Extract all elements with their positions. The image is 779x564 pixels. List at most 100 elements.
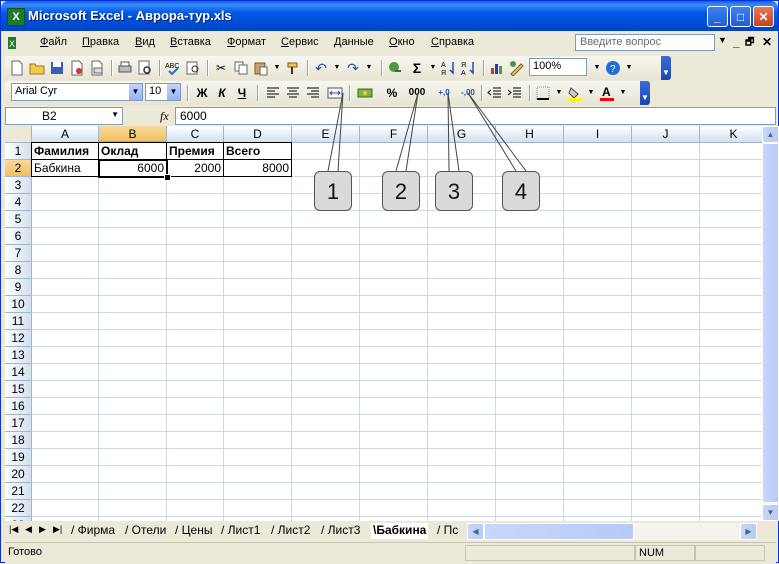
column-header[interactable]: F xyxy=(360,126,428,143)
column-header[interactable]: H xyxy=(496,126,564,143)
first-sheet-icon[interactable]: |◀ xyxy=(9,524,18,535)
column-header[interactable]: I xyxy=(564,126,632,143)
sheet-tab-active[interactable]: \Бабкина xyxy=(371,523,429,539)
font-size-combobox[interactable]: 10 ▼ xyxy=(145,83,181,101)
help-dropdown-icon[interactable]: ▼ xyxy=(621,60,637,76)
doc-restore-button[interactable]: 🗗 xyxy=(745,35,754,52)
close-button[interactable]: ✕ xyxy=(753,6,774,27)
sheet-tab[interactable]: / Лист1 xyxy=(221,523,260,539)
cut-icon[interactable]: ✂ xyxy=(213,60,229,76)
row-header[interactable]: 18 xyxy=(5,432,32,449)
row-header[interactable]: 19 xyxy=(5,449,32,466)
menu-view[interactable]: Вид xyxy=(135,36,155,48)
menu-window[interactable]: Окно xyxy=(389,36,415,48)
column-header[interactable]: E xyxy=(292,126,360,143)
column-header[interactable]: A xyxy=(32,126,99,143)
sheet-tab[interactable]: / Лист3 xyxy=(321,523,360,539)
cell[interactable]: Премия xyxy=(166,142,224,160)
fill-color-dropdown-icon[interactable]: ▼ xyxy=(583,85,599,101)
redo-dropdown-icon[interactable]: ▼ xyxy=(361,60,377,76)
research-icon[interactable] xyxy=(185,60,201,76)
open-icon[interactable] xyxy=(29,60,45,76)
drawing-icon[interactable] xyxy=(509,60,525,77)
sheet-tab[interactable]: / Отели xyxy=(125,523,166,539)
name-box-dropdown-icon[interactable]: ▼ xyxy=(111,110,119,119)
scroll-up-icon[interactable]: ▲ xyxy=(762,126,779,143)
ask-dropdown-icon[interactable]: ▼ xyxy=(718,35,727,45)
thousands-separator-button[interactable]: 000 xyxy=(405,85,429,101)
select-all-button[interactable] xyxy=(5,126,32,143)
menu-format[interactable]: Формат xyxy=(227,36,266,48)
doc-close-button[interactable]: ✕ xyxy=(762,35,772,49)
help-icon[interactable]: ? xyxy=(605,60,621,76)
row-header[interactable]: 15 xyxy=(5,381,32,398)
vertical-scroll-thumb[interactable] xyxy=(762,143,779,503)
borders-dropdown-icon[interactable]: ▼ xyxy=(551,85,567,101)
name-box[interactable]: B2 ▼ xyxy=(5,107,123,125)
new-icon[interactable] xyxy=(9,60,25,76)
row-header[interactable]: 17 xyxy=(5,415,32,432)
last-sheet-icon[interactable]: ▶| xyxy=(53,524,62,535)
sheet-tab[interactable]: / Лист2 xyxy=(271,523,310,539)
menu-file[interactable]: Файл xyxy=(40,36,67,48)
row-header[interactable]: 11 xyxy=(5,313,32,330)
undo-icon[interactable]: ↶ xyxy=(313,60,329,76)
menu-insert[interactable]: Вставка xyxy=(170,36,211,48)
row-header[interactable]: 7 xyxy=(5,245,32,262)
row-header[interactable]: 5 xyxy=(5,211,32,228)
sort-descending-icon[interactable]: ЯА xyxy=(461,60,477,77)
zoom-combobox[interactable]: 100% xyxy=(529,58,587,76)
row-header[interactable]: 2 xyxy=(5,160,32,177)
decrease-indent-icon[interactable] xyxy=(487,85,503,101)
menu-data[interactable]: Данные xyxy=(334,36,374,48)
italic-button[interactable]: К xyxy=(213,85,231,101)
fill-color-icon[interactable] xyxy=(567,85,583,101)
row-header[interactable]: 13 xyxy=(5,347,32,364)
doc-minimize-button[interactable]: _ xyxy=(733,35,740,49)
row-header[interactable]: 16 xyxy=(5,398,32,415)
sheet-tab[interactable]: / Пс xyxy=(437,523,458,539)
font-color-icon[interactable]: A xyxy=(599,85,615,101)
row-header[interactable]: 14 xyxy=(5,364,32,381)
toolbar-options-icon[interactable]: ▼ xyxy=(661,56,671,80)
bold-button[interactable]: Ж xyxy=(193,85,211,101)
row-header[interactable]: 9 xyxy=(5,279,32,296)
row-header[interactable]: 6 xyxy=(5,228,32,245)
percent-style-button[interactable]: % xyxy=(383,85,401,101)
increase-decimal-button[interactable]: +,0 xyxy=(433,85,455,101)
column-header[interactable]: D xyxy=(224,126,292,143)
copy-icon[interactable] xyxy=(233,60,249,76)
cell[interactable]: Бабкина xyxy=(31,159,99,177)
underline-button[interactable]: Ч xyxy=(233,85,251,101)
scroll-down-icon[interactable]: ▼ xyxy=(762,504,779,521)
scroll-left-icon[interactable]: ◀ xyxy=(467,523,484,540)
row-header[interactable]: 20 xyxy=(5,466,32,483)
redo-icon[interactable]: ↷ xyxy=(345,60,361,76)
decrease-decimal-button[interactable]: -,00 xyxy=(457,85,479,101)
autosum-icon[interactable]: Σ xyxy=(409,60,425,76)
font-dropdown-icon[interactable]: ▼ xyxy=(129,84,142,100)
column-header[interactable]: K xyxy=(700,126,762,143)
merge-center-icon[interactable] xyxy=(327,85,343,101)
row-header[interactable]: 1 xyxy=(5,143,32,160)
cell[interactable]: 8000 xyxy=(223,159,292,177)
save-icon[interactable] xyxy=(49,60,65,76)
menu-help[interactable]: Справка xyxy=(431,36,474,48)
horizontal-scroll-thumb[interactable] xyxy=(484,523,634,540)
format-painter-icon[interactable] xyxy=(285,60,301,76)
align-left-icon[interactable] xyxy=(265,85,281,101)
formula-input[interactable]: 6000 xyxy=(175,107,776,125)
cell[interactable]: Всего xyxy=(223,142,292,160)
align-center-icon[interactable] xyxy=(285,85,301,101)
currency-icon[interactable] xyxy=(357,85,373,101)
row-header[interactable]: 4 xyxy=(5,194,32,211)
row-header[interactable]: 8 xyxy=(5,262,32,279)
email-icon[interactable] xyxy=(89,60,105,76)
permission-icon[interactable] xyxy=(69,60,85,76)
font-name-combobox[interactable]: Arial Cyr ▼ xyxy=(11,83,143,101)
cell[interactable]: Фамилия xyxy=(31,142,99,160)
column-header[interactable]: B xyxy=(99,126,167,143)
prev-sheet-icon[interactable]: ◀ xyxy=(25,524,32,535)
fill-handle[interactable] xyxy=(164,174,171,181)
minimize-button[interactable]: _ xyxy=(707,6,728,27)
